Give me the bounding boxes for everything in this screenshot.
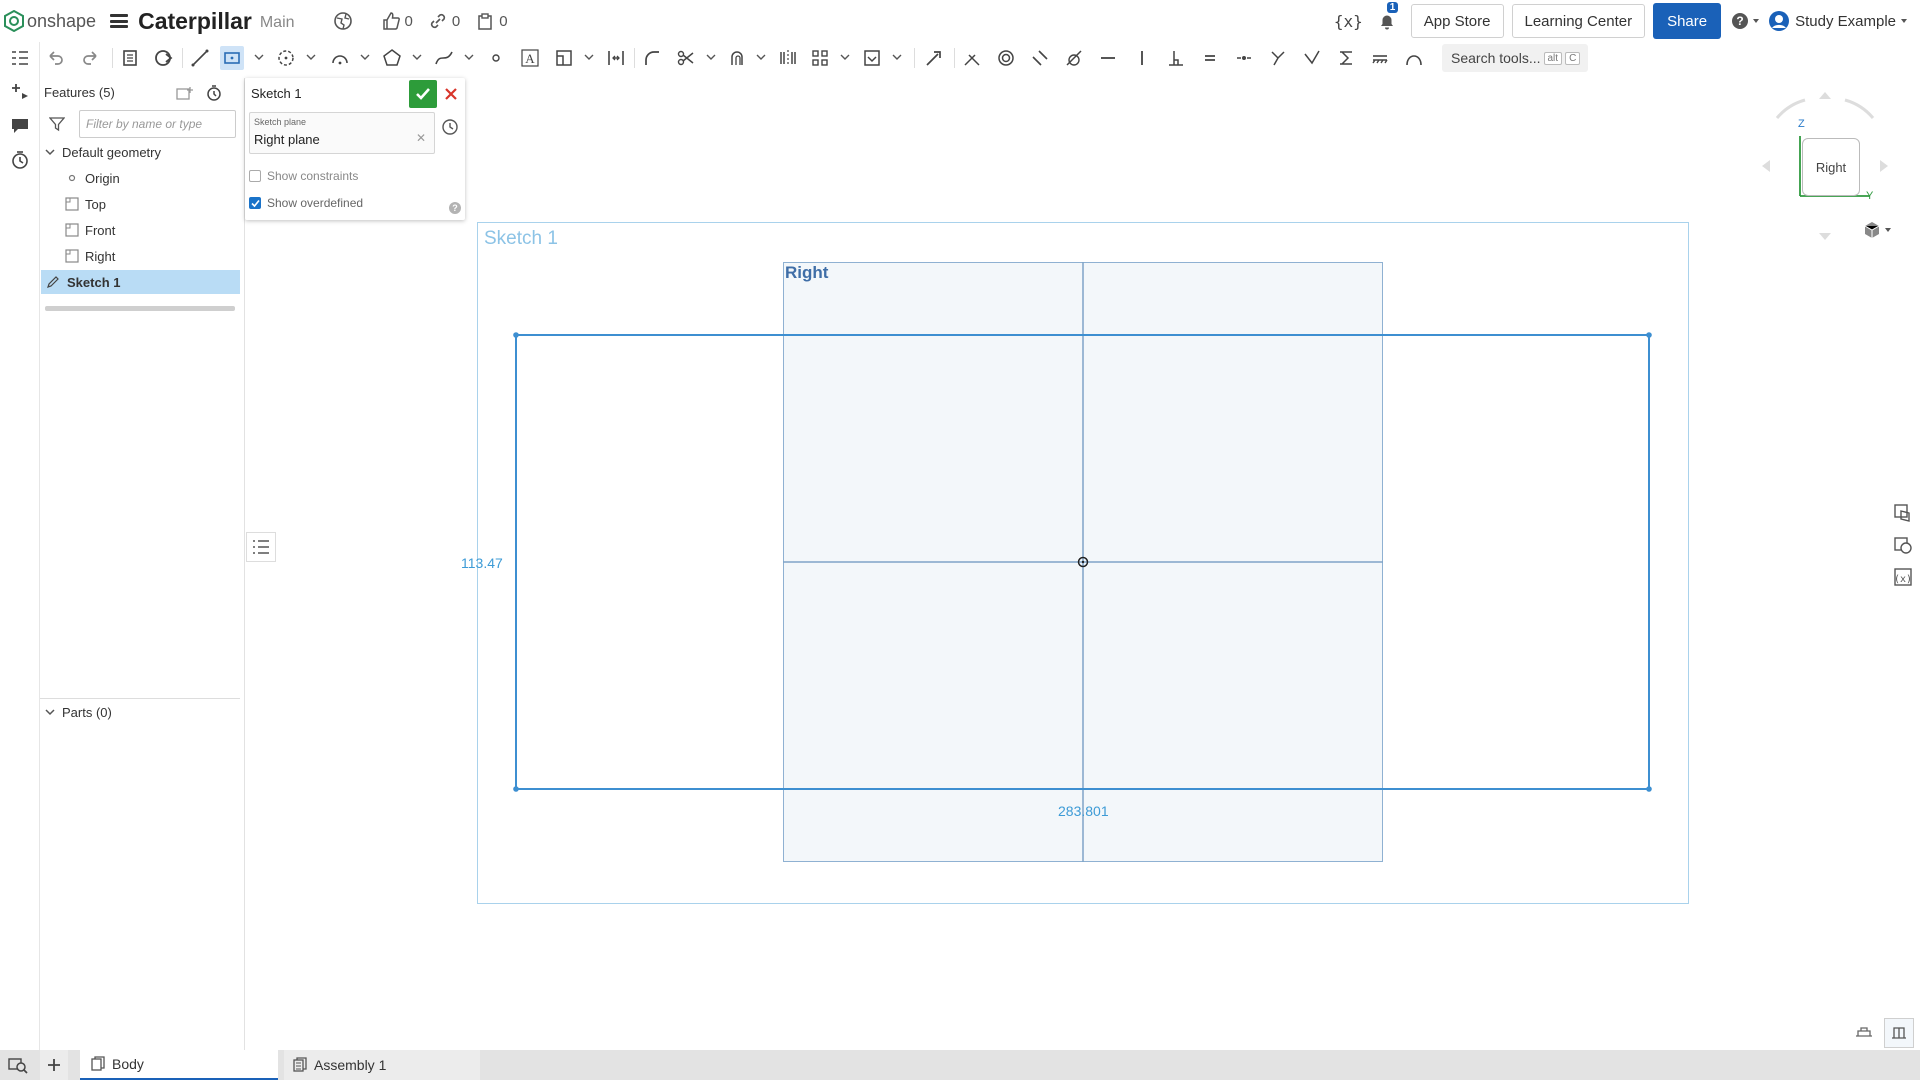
view-cube-face[interactable]: Right — [1802, 138, 1860, 196]
bottom-tab-bar: Body Assembly 1 — [0, 1050, 1920, 1080]
rectangle-vertex[interactable] — [513, 786, 519, 792]
rectangle-vertex[interactable] — [513, 332, 519, 338]
part-studio-icon — [91, 1056, 105, 1071]
rectangle-vertex[interactable] — [1646, 786, 1652, 792]
arrow-up-icon[interactable] — [1819, 92, 1831, 99]
rotate-arrow-icon[interactable] — [1775, 98, 1806, 119]
tab-label: Assembly 1 — [314, 1057, 387, 1073]
arrow-left-icon[interactable] — [1762, 160, 1770, 172]
axis-y-label: Y — [1866, 190, 1874, 202]
appearance-panel-icon[interactable] — [1890, 500, 1916, 526]
tab-label: Body — [112, 1056, 144, 1072]
add-tab-button[interactable] — [40, 1050, 68, 1080]
search-tabs-icon[interactable] — [8, 1056, 28, 1079]
arrow-down-icon[interactable] — [1819, 233, 1831, 240]
rotate-arrow-icon[interactable] — [1844, 98, 1875, 119]
assembly-icon — [293, 1057, 307, 1072]
svg-text:(x): (x) — [1894, 574, 1912, 585]
plus-icon — [48, 1059, 60, 1071]
arrow-right-icon[interactable] — [1880, 160, 1888, 172]
axis-z-label: Z — [1798, 118, 1805, 130]
tab-assembly-1[interactable]: Assembly 1 — [284, 1050, 480, 1080]
height-dimension[interactable]: 113.47 — [461, 555, 503, 571]
mass-properties-icon[interactable] — [1890, 532, 1916, 558]
section-view-button[interactable] — [1884, 1018, 1914, 1048]
chevron-down-icon — [1885, 228, 1891, 232]
sketch-geometry — [513, 262, 1652, 862]
view-options-menu[interactable] — [1863, 221, 1892, 239]
width-dimension[interactable]: 283.801 — [1058, 803, 1109, 819]
view-tool-icon[interactable] — [1854, 1024, 1876, 1044]
cube-icon — [1864, 222, 1880, 238]
rectangle-vertex[interactable] — [1646, 332, 1652, 338]
section-view-icon — [1892, 1027, 1906, 1039]
variables-table-icon[interactable]: (x) — [1890, 564, 1916, 590]
app-root: onshape Caterpillar Main 0 0 0 {x} 1 App… — [0, 0, 1920, 1080]
tab-body[interactable]: Body — [80, 1050, 278, 1080]
